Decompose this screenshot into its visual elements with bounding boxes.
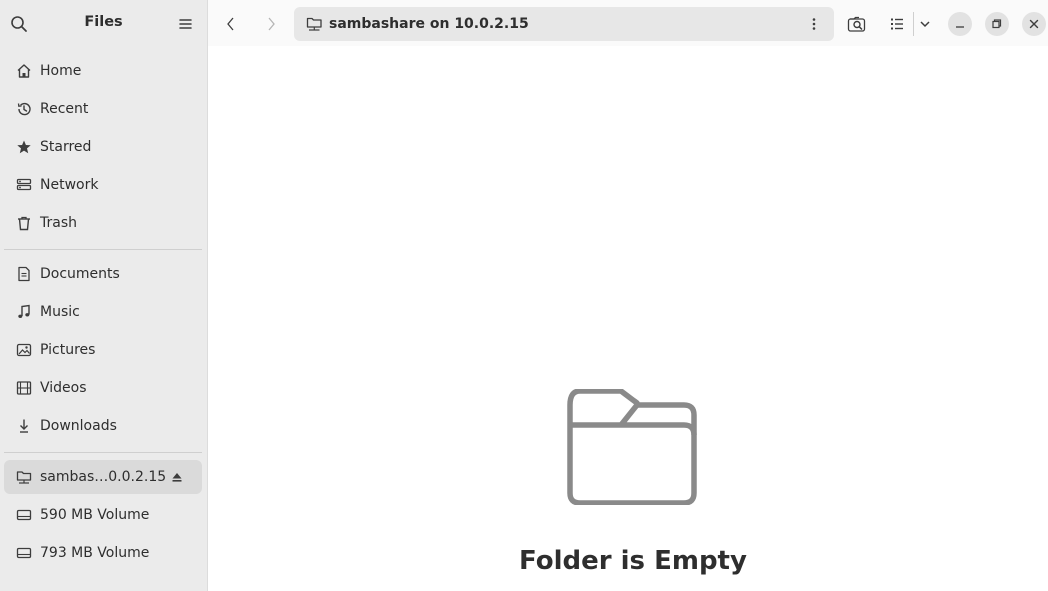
sidebar-item-label: Downloads xyxy=(40,418,117,434)
sidebar-item-starred[interactable]: Starred xyxy=(4,130,202,164)
empty-folder-icon xyxy=(566,389,698,505)
sidebar-item-label: Documents xyxy=(40,266,120,282)
location-text: sambashare on 10.0.2.15 xyxy=(329,16,529,32)
header-bar: sambashare on 10.0.2.15 xyxy=(208,0,1048,46)
restore-button[interactable] xyxy=(985,12,1009,36)
back-button[interactable] xyxy=(219,12,243,36)
sidebar-item-volume-793[interactable]: 793 MB Volume xyxy=(4,536,202,570)
sidebar-item-pictures[interactable]: Pictures xyxy=(4,333,202,367)
sidebar-item-label: 590 MB Volume xyxy=(40,507,150,523)
network-icon xyxy=(16,177,32,193)
sidebar-item-label: 793 MB Volume xyxy=(40,545,150,561)
sidebar-item-network[interactable]: Network xyxy=(4,168,202,202)
network-folder-icon xyxy=(306,16,323,32)
sidebar-item-label: Starred xyxy=(40,139,92,155)
trash-icon xyxy=(16,215,32,231)
drive-icon xyxy=(16,545,32,561)
downloads-icon xyxy=(16,418,32,434)
minimize-button[interactable] xyxy=(948,12,972,36)
list-view-button[interactable] xyxy=(885,12,909,36)
sidebar-item-music[interactable]: Music xyxy=(4,295,202,329)
network-folder-icon xyxy=(16,469,32,485)
music-icon xyxy=(16,304,32,320)
location-bar[interactable]: sambashare on 10.0.2.15 xyxy=(294,7,834,41)
sidebar-item-label: Home xyxy=(40,63,82,79)
drive-icon xyxy=(16,507,32,523)
sidebar-item-trash[interactable]: Trash xyxy=(4,206,202,240)
sidebar-item-documents[interactable]: Documents xyxy=(4,257,202,291)
close-button[interactable] xyxy=(1022,12,1046,36)
sidebar-header: Files xyxy=(0,0,207,46)
sidebar-item-label: Videos xyxy=(40,380,87,396)
main-menu-icon[interactable] xyxy=(175,14,195,34)
sidebar-item-label: Music xyxy=(40,304,80,320)
sidebar: Files Home Recent Starred Network Trash … xyxy=(0,0,208,591)
more-options-icon[interactable] xyxy=(806,16,822,32)
star-icon xyxy=(16,139,32,155)
videos-icon xyxy=(16,380,32,396)
sidebar-item-label: sambas…0.0.2.15 xyxy=(40,469,167,485)
search-files-button[interactable] xyxy=(845,12,869,36)
sidebar-item-label: Trash xyxy=(40,215,77,231)
sidebar-item-label: Network xyxy=(40,177,99,193)
empty-state-title: Folder is Empty xyxy=(519,546,747,576)
sidebar-item-home[interactable]: Home xyxy=(4,54,202,88)
sidebar-divider xyxy=(4,249,202,250)
recent-icon xyxy=(16,101,32,117)
sidebar-item-volume-590[interactable]: 590 MB Volume xyxy=(4,498,202,532)
sidebar-item-label: Pictures xyxy=(40,342,96,358)
sidebar-item-downloads[interactable]: Downloads xyxy=(4,409,202,443)
sidebar-divider xyxy=(4,452,202,453)
pictures-icon xyxy=(16,342,32,358)
file-view[interactable]: Folder is Empty xyxy=(208,46,1048,591)
sidebar-item-recent[interactable]: Recent xyxy=(4,92,202,126)
document-icon xyxy=(16,266,32,282)
sidebar-item-videos[interactable]: Videos xyxy=(4,371,202,405)
sidebar-item-label: Recent xyxy=(40,101,89,117)
home-icon xyxy=(16,63,32,79)
eject-icon[interactable] xyxy=(170,470,184,484)
forward-button[interactable] xyxy=(259,12,283,36)
view-options-button[interactable] xyxy=(913,12,937,36)
sidebar-item-sambashare[interactable]: sambas…0.0.2.15 xyxy=(4,460,202,494)
